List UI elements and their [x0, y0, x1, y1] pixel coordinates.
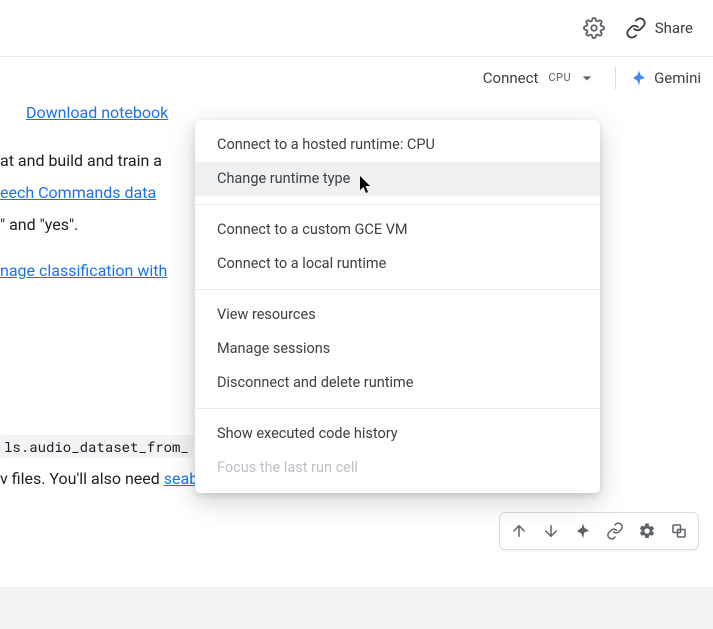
settings-button[interactable] [583, 17, 605, 39]
text-fragment: at and build and train a [0, 151, 162, 170]
move-cell-down-button[interactable] [536, 516, 566, 546]
sparkle-icon [630, 69, 648, 87]
menu-item-custom-gce[interactable]: Connect to a custom GCE VM [195, 213, 600, 247]
code-fragment: ls.audio_dataset_from_ [0, 435, 193, 458]
menu-item-focus-last-cell: Focus the last run cell [195, 451, 600, 485]
menu-item-hosted-runtime[interactable]: Connect to a hosted runtime: CPU [195, 128, 600, 162]
link-icon [606, 522, 624, 540]
connect-dropdown-menu: Connect to a hosted runtime: CPU Change … [195, 120, 600, 493]
connect-label: Connect [479, 69, 543, 87]
sparkle-icon [574, 522, 592, 540]
speech-commands-link[interactable]: eech Commands data [0, 183, 156, 202]
menu-divider [195, 289, 600, 290]
cell-link-button[interactable] [600, 516, 630, 546]
ai-button[interactable] [568, 516, 598, 546]
chevron-down-icon [577, 68, 597, 88]
mirror-cell-button[interactable] [664, 516, 694, 546]
arrow-down-icon [542, 522, 560, 540]
link-icon [625, 17, 647, 39]
divider [615, 67, 616, 89]
arrow-up-icon [510, 522, 528, 540]
menu-divider [195, 408, 600, 409]
menu-item-view-resources[interactable]: View resources [195, 298, 600, 332]
cell-toolbar [499, 512, 699, 550]
menu-item-change-runtime[interactable]: Change runtime type [195, 162, 600, 196]
gemini-label: Gemini [654, 69, 701, 87]
code-cell-background [0, 587, 713, 629]
cell-settings-button[interactable] [632, 516, 662, 546]
runtime-chip: CPU [546, 71, 573, 84]
gear-icon [638, 522, 656, 540]
text-fragment: " and "yes". [0, 215, 78, 234]
menu-item-local-runtime[interactable]: Connect to a local runtime [195, 247, 600, 281]
text-fragment: v files. You'll also need [0, 469, 164, 488]
move-cell-up-button[interactable] [504, 516, 534, 546]
menu-item-disconnect[interactable]: Disconnect and delete runtime [195, 366, 600, 400]
share-label: Share [655, 19, 693, 37]
download-notebook-link[interactable]: Download notebook [26, 100, 168, 126]
menu-item-code-history[interactable]: Show executed code history [195, 417, 600, 451]
mirror-icon [670, 522, 688, 540]
gear-icon [583, 17, 605, 39]
image-classification-link[interactable]: nage classification with [0, 261, 167, 280]
gemini-button[interactable]: Gemini [626, 69, 705, 87]
share-button[interactable]: Share [625, 17, 693, 39]
menu-item-manage-sessions[interactable]: Manage sessions [195, 332, 600, 366]
connect-button[interactable]: Connect CPU [479, 68, 605, 88]
menu-divider [195, 204, 600, 205]
